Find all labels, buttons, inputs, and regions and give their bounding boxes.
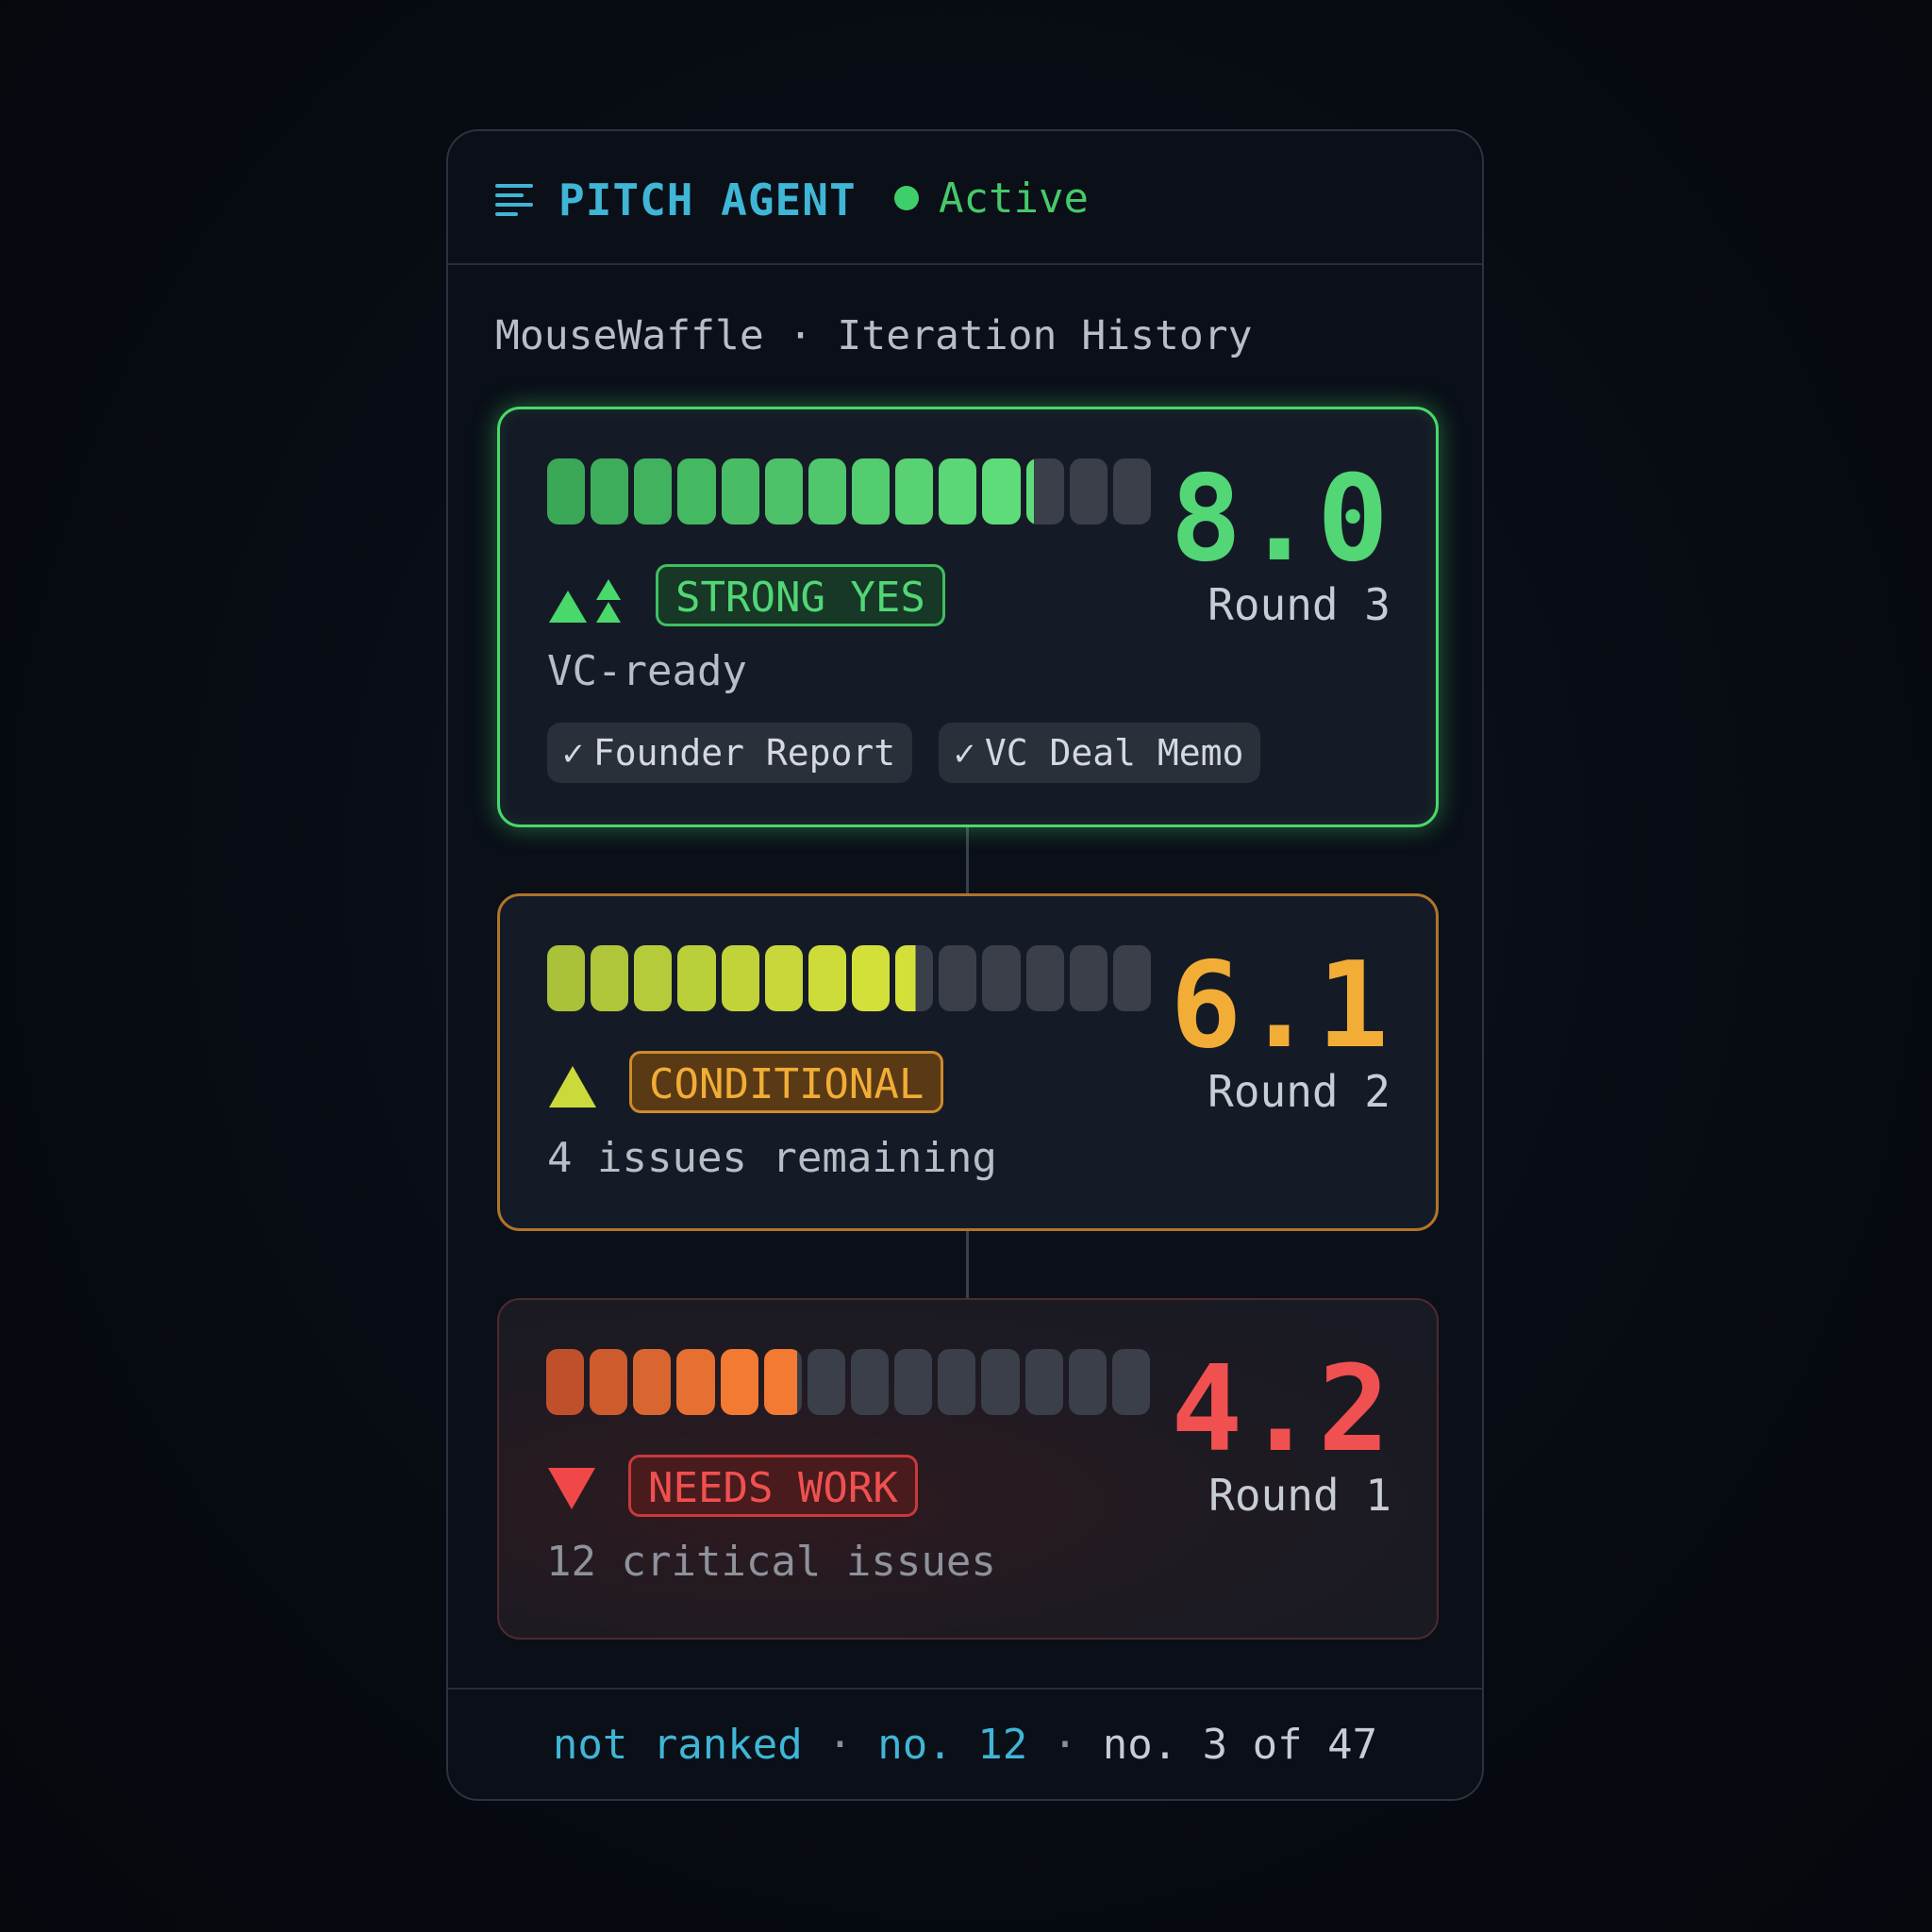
round-card-2[interactable]: 6.1 Round 2 CONDITIONAL 4 issues remaini… xyxy=(497,893,1439,1231)
score-progress-bar xyxy=(546,1349,1150,1415)
bar-segment xyxy=(982,458,1021,525)
chip-label: Founder Report xyxy=(592,732,896,774)
bar-segment xyxy=(894,1349,933,1415)
bar-segment xyxy=(895,945,934,1011)
bar-segment xyxy=(851,945,891,1011)
score-progress-bar xyxy=(547,945,1151,1011)
app-title: PITCH AGENT xyxy=(558,175,857,225)
bar-segment xyxy=(764,458,803,525)
timeline-connector xyxy=(966,1231,969,1298)
bar-segment xyxy=(808,458,846,525)
round-note: VC-ready xyxy=(547,647,747,695)
bar-segment xyxy=(721,458,759,525)
bar-segment xyxy=(763,1349,802,1415)
bar-segment xyxy=(1112,458,1151,525)
round-card-3[interactable]: 8.0 Round 3 STRONG YES VC-ready ✓ Founder… xyxy=(497,407,1439,827)
founder-report-chip[interactable]: ✓ Founder Report xyxy=(547,723,913,783)
pitch-agent-panel: PITCH AGENT Active MouseWaffle · Iterati… xyxy=(446,129,1484,1801)
bar-segment xyxy=(591,945,629,1011)
bar-segment xyxy=(633,1349,672,1415)
bar-segment xyxy=(720,1349,758,1415)
score-value: 8.0 xyxy=(1170,449,1391,588)
check-icon: ✓ xyxy=(562,732,584,774)
bar-segment xyxy=(1025,945,1064,1011)
bar-segment xyxy=(851,458,891,525)
timeline-connector xyxy=(966,827,969,893)
bar-segment xyxy=(1068,1349,1107,1415)
bar-segment xyxy=(721,945,759,1011)
status-dot-icon xyxy=(894,186,919,210)
round-label: Round 2 xyxy=(1208,1066,1391,1117)
bar-segment xyxy=(1025,458,1064,525)
bar-segment xyxy=(591,458,629,525)
round-card-1[interactable]: 4.2 Round 1 NEEDS WORK 12 critical issue… xyxy=(497,1298,1439,1640)
bar-segment xyxy=(981,1349,1020,1415)
bar-segment xyxy=(634,458,673,525)
bar-segment xyxy=(546,1349,585,1415)
bar-segment xyxy=(895,458,934,525)
bar-segment xyxy=(547,945,586,1011)
up-arrow-icon xyxy=(549,1066,596,1108)
score-value: 6.1 xyxy=(1170,936,1391,1074)
check-icon: ✓ xyxy=(954,732,975,774)
double-up-arrow-icon xyxy=(549,579,621,623)
bar-segment xyxy=(1024,1349,1063,1415)
verdict-badge: CONDITIONAL xyxy=(629,1051,944,1113)
bar-segment xyxy=(1069,945,1108,1011)
status-label: Active xyxy=(939,175,1089,223)
bar-segment xyxy=(982,945,1021,1011)
iteration-history-subtitle: MouseWaffle · Iteration History xyxy=(495,312,1253,359)
chip-label: VC Deal Memo xyxy=(984,732,1244,774)
verdict-badge: NEEDS WORK xyxy=(628,1455,918,1517)
round-label: Round 3 xyxy=(1208,579,1391,630)
bar-segment xyxy=(1069,458,1108,525)
score-value: 4.2 xyxy=(1171,1340,1391,1478)
round-note: 12 critical issues xyxy=(546,1538,996,1586)
bar-segment xyxy=(764,945,803,1011)
verdict-badge: STRONG YES xyxy=(656,564,945,626)
separator: · xyxy=(1052,1721,1078,1769)
bar-segment xyxy=(677,458,716,525)
bar-segment xyxy=(938,1349,976,1415)
bar-segment xyxy=(590,1349,628,1415)
vc-deal-memo-chip[interactable]: ✓ VC Deal Memo xyxy=(939,723,1261,783)
menu-lines-icon[interactable] xyxy=(495,180,537,222)
ranking-number: no. 12 xyxy=(877,1721,1028,1769)
ranking-status: not ranked xyxy=(552,1721,803,1769)
bar-segment xyxy=(1111,1349,1150,1415)
panel-header: PITCH AGENT Active xyxy=(448,131,1482,265)
bar-segment xyxy=(676,1349,715,1415)
bar-segment xyxy=(807,1349,845,1415)
ranking-position: no. 3 of 47 xyxy=(1102,1721,1378,1769)
bar-segment xyxy=(1112,945,1151,1011)
bar-segment xyxy=(808,945,846,1011)
bar-segment xyxy=(677,945,716,1011)
round-note: 4 issues remaining xyxy=(547,1134,997,1182)
separator: · xyxy=(827,1721,853,1769)
bar-segment xyxy=(939,458,977,525)
down-arrow-icon xyxy=(548,1468,595,1509)
score-progress-bar xyxy=(547,458,1151,525)
round-label: Round 1 xyxy=(1208,1470,1391,1521)
ranking-footer: not ranked · no. 12 · no. 3 of 47 xyxy=(448,1688,1482,1801)
bar-segment xyxy=(634,945,673,1011)
bar-segment xyxy=(547,458,586,525)
bar-segment xyxy=(939,945,977,1011)
bar-segment xyxy=(850,1349,890,1415)
